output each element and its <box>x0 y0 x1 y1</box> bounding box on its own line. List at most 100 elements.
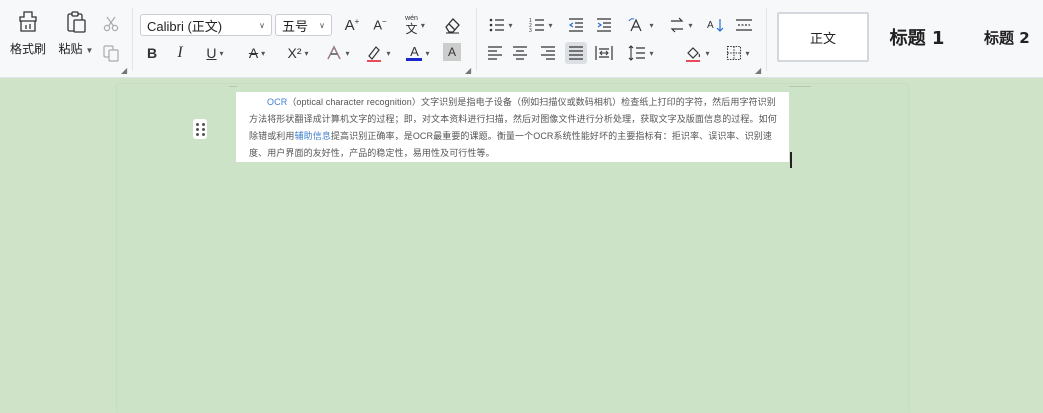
align-center-icon <box>513 46 527 60</box>
text-direction-icon <box>671 17 684 33</box>
clipboard-launcher-icon[interactable]: ◢ <box>121 66 127 75</box>
borders-icon <box>727 45 742 61</box>
sort-button[interactable]: A <box>705 14 727 36</box>
chevron-down-icon: ▾ <box>649 20 654 30</box>
chevron-down-icon: ▾ <box>745 48 750 58</box>
style-heading-2[interactable]: 标题 2 <box>975 12 1043 62</box>
format-painter-label: 格式刷 <box>9 42 46 56</box>
scissors-icon <box>103 16 119 32</box>
underline-icon: U <box>206 45 217 61</box>
decrease-indent-button[interactable] <box>565 14 587 36</box>
increase-indent-icon <box>597 18 611 32</box>
font-family-value: Calibri (正文) <box>147 18 223 34</box>
bullets-button[interactable]: ▾ <box>484 14 518 36</box>
body-paragraph[interactable]: OCR（optical character recognition）文字识别是指… <box>249 94 781 162</box>
decrease-indent-icon <box>568 18 583 32</box>
chevron-down-icon: ∨ <box>259 20 265 30</box>
divider <box>476 8 477 71</box>
paragraph-link-aux-info[interactable]: 辅助信息 <box>295 131 331 141</box>
style-heading-1-label: 标题 1 <box>889 28 945 49</box>
font-launcher-icon[interactable]: ◢ <box>465 66 471 75</box>
borders-button[interactable]: ▾ <box>721 42 755 64</box>
chevron-down-icon: ▾ <box>705 48 710 58</box>
font-size-value: 五号 <box>282 18 309 34</box>
grow-font-icon: A+ <box>344 16 360 34</box>
format-painter-icon <box>19 11 37 32</box>
copy-button[interactable] <box>100 42 122 64</box>
chevron-down-icon: ▾ <box>425 48 430 58</box>
line-spacing-button[interactable]: ▾ <box>624 42 658 64</box>
text-direction-button[interactable]: ▾ <box>664 14 698 36</box>
shrink-font-button[interactable]: A− <box>369 14 391 36</box>
drag-handle-icon[interactable] <box>193 119 207 139</box>
svg-text:A: A <box>707 20 714 31</box>
format-painter-button[interactable]: 格式刷 <box>6 10 50 57</box>
style-heading-2-label: 标题 2 <box>984 28 1030 47</box>
paste-button[interactable]: 粘贴 ▼ <box>54 10 98 57</box>
style-normal-label: 正文 <box>809 30 836 46</box>
strikethrough-icon: A <box>248 45 259 61</box>
divider <box>766 8 767 71</box>
chevron-down-icon: ▾ <box>548 20 553 30</box>
copy-icon <box>103 45 119 62</box>
shading-button[interactable]: ▾ <box>680 42 714 64</box>
character-shading-icon: A <box>447 45 456 59</box>
line-spacing-icon <box>629 45 646 61</box>
grow-font-button[interactable]: A+ <box>341 14 363 36</box>
align-left-button[interactable] <box>484 42 506 64</box>
align-right-button[interactable] <box>537 42 559 64</box>
increase-indent-button[interactable] <box>593 14 615 36</box>
align-right-icon <box>541 46 555 60</box>
chevron-down-icon: ▾ <box>688 20 693 30</box>
text-effects-icon <box>327 45 342 60</box>
numbering-button[interactable]: 1 2 3 ▾ <box>524 14 558 36</box>
chevron-down-icon: ▾ <box>261 48 266 58</box>
font-color-icon: A <box>406 45 423 61</box>
justify-button[interactable] <box>565 42 587 64</box>
chinese-layout-icon <box>629 18 643 32</box>
divider <box>132 8 133 71</box>
bullet-list-icon <box>490 18 505 32</box>
font-family-select[interactable]: Calibri (正文) ∨ <box>140 14 272 36</box>
bold-icon: B <box>146 45 158 61</box>
numbered-list-icon: 1 2 3 <box>529 18 545 33</box>
style-heading-1[interactable]: 标题 1 <box>876 12 958 62</box>
chevron-down-icon: ▾ <box>219 48 224 58</box>
show-marks-button[interactable] <box>733 14 755 36</box>
font-color-button[interactable]: A ▾ <box>400 42 436 64</box>
margin-corner-left <box>229 86 237 87</box>
paint-bucket-icon <box>686 47 701 62</box>
underline-button[interactable]: U ▾ <box>198 42 232 64</box>
shrink-font-icon: A− <box>373 17 387 33</box>
chevron-down-icon: ▾ <box>386 48 391 58</box>
clear-formatting-button[interactable] <box>441 14 463 36</box>
paste-label: 粘贴 <box>58 42 83 56</box>
cut-button[interactable] <box>100 13 122 35</box>
align-center-button[interactable] <box>509 42 531 64</box>
chevron-down-icon: ▾ <box>649 48 654 58</box>
character-shading-button[interactable]: A <box>443 43 461 61</box>
superscript-button[interactable]: X² ▾ <box>280 42 316 64</box>
phonetic-guide-button[interactable]: wén 文 ▾ <box>398 14 432 36</box>
bold-button[interactable]: B <box>141 42 163 64</box>
eraser-icon <box>445 18 460 34</box>
text-effects-button[interactable]: ▾ <box>320 42 356 64</box>
align-left-icon <box>488 46 502 60</box>
distributed-button[interactable] <box>593 42 615 64</box>
chevron-down-icon: ▾ <box>508 20 513 30</box>
chinese-layout-button[interactable]: ▾ <box>624 14 658 36</box>
distributed-align-icon <box>595 46 613 60</box>
paragraph-launcher-icon[interactable]: ◢ <box>755 66 761 75</box>
italic-icon: I <box>177 44 183 61</box>
paste-dropdown-chevron-icon[interactable]: ▼ <box>86 46 94 55</box>
chevron-down-icon: ▾ <box>345 48 350 58</box>
paste-icon <box>67 11 86 33</box>
strikethrough-button[interactable]: A ▾ <box>240 42 274 64</box>
style-normal[interactable]: 正文 <box>777 12 869 62</box>
sort-icon: A <box>707 19 724 32</box>
font-size-select[interactable]: 五号 ∨ <box>275 14 332 36</box>
highlight-button[interactable]: ▾ <box>360 42 396 64</box>
chevron-down-icon: ▾ <box>304 48 309 58</box>
align-justify-icon <box>569 46 583 60</box>
italic-button[interactable]: I <box>169 42 191 64</box>
